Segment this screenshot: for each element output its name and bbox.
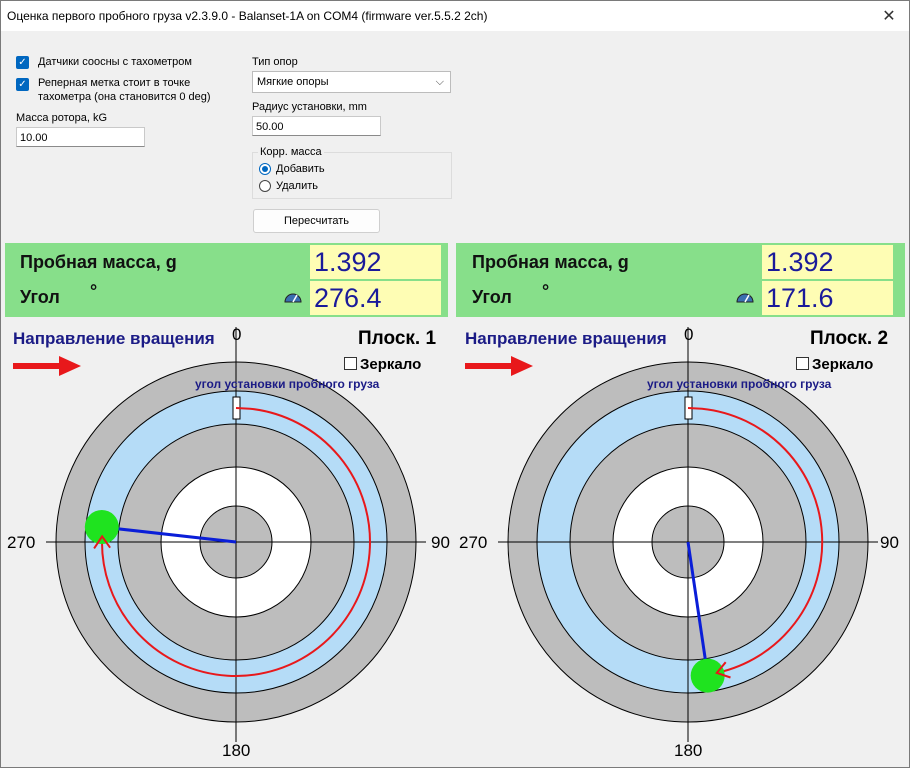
support-type-label: Тип опор [252,56,298,68]
reflector-label-line1: Реперная метка стоит в точке [38,77,191,89]
plane1-deg-270: 270 [7,533,36,552]
plane1-angle-value: 276.4 [310,281,441,315]
rotor-mass-label: Масса ротора, kG [16,112,108,124]
radio-remove[interactable] [259,180,271,192]
support-type-select[interactable]: Мягкие опоры ⌵ [252,71,451,93]
plane1-install-angle-label: угол установки пробного груза [195,377,380,391]
plane1-mass-value: 1.392 [310,245,441,279]
plane2-angle-unit: ° [542,281,550,301]
plane2-install-angle-label: угол установки пробного груза [647,377,832,391]
rotor-mass-input[interactable]: 10.00 [16,127,145,147]
plane1-trial-weight-marker [84,510,119,544]
plane1-rotation-label: Направление вращения [13,329,215,348]
radio-add-label: Добавить [276,163,325,175]
plane1-deg-0: 0 [232,325,242,344]
coaxial-label: Датчики соосны с тахометром [38,56,192,68]
plane2-deg-180: 180 [674,741,703,760]
plane2-angle-label: Угол [472,287,512,307]
radio-add[interactable] [259,163,271,175]
plane1-diagram-area: Направление вращения Плоск. 1 Зеркало уг… [1,319,453,767]
plane2-deg-0: 0 [684,325,694,344]
plane1-deg-180: 180 [222,741,251,760]
plane2-title: Плоск. 2 [810,328,889,349]
title-bar: Оценка первого пробного груза v2.3.9.0 -… [1,1,909,31]
plane1-direction-arrow-icon [13,356,81,376]
support-type-value: Мягкие опоры [257,76,329,88]
radio-remove-label: Удалить [276,180,318,192]
plane2-result-panel: Пробная масса, g Угол ° 1.392 171.6 [456,243,905,317]
recalculate-button[interactable]: Пересчитать [253,209,380,233]
plane2-gauge-icon[interactable] [735,290,755,304]
app-window: Оценка первого пробного груза v2.3.9.0 -… [0,0,910,768]
plane1-angle-label: Угол [20,287,60,307]
plane2-deg-90: 90 [880,533,899,552]
reflector-checkbox[interactable]: ✓ [16,78,29,91]
plane1-gauge-icon[interactable] [283,290,303,304]
plane1-angle-unit: ° [90,281,98,301]
plane2-mass-label: Пробная масса, g [472,252,629,272]
corr-mass-group-label: Корр. масса [258,146,324,158]
plane2-mirror-checkbox[interactable]: Зеркало [796,356,873,373]
radius-input[interactable]: 50.00 [252,116,381,136]
coaxial-checkbox[interactable]: ✓ [16,56,29,69]
plane2-diagram-area: Направление вращения Плоск. 2 Зеркало уг… [453,319,909,767]
close-icon[interactable]: ✕ [877,4,901,28]
plane2-direction-arrow-icon [465,356,533,376]
plane1-result-panel: Пробная масса, g Угол ° 1.392 276.4 [5,243,448,317]
plane1-mirror-label: Зеркало [360,356,422,373]
plane2-deg-270: 270 [459,533,488,552]
reflector-label-line2: тахометра (она становится 0 deg) [38,91,211,103]
plane2-angle-value: 171.6 [762,281,893,315]
plane2-rotation-label: Направление вращения [465,329,667,348]
window-title: Оценка первого пробного груза v2.3.9.0 -… [7,9,488,23]
plane2-trial-weight-marker [690,658,725,693]
plane2-mass-value: 1.392 [762,245,893,279]
plane1-deg-90: 90 [431,533,450,552]
radius-label: Радиус установки, mm [252,101,367,113]
plane1-mirror-checkbox[interactable]: Зеркало [344,356,421,373]
chevron-down-icon: ⌵ [435,76,444,88]
plane1-mass-label: Пробная масса, g [20,252,177,272]
plane1-title: Плоск. 1 [358,328,437,349]
plane2-mirror-label: Зеркало [812,356,874,373]
